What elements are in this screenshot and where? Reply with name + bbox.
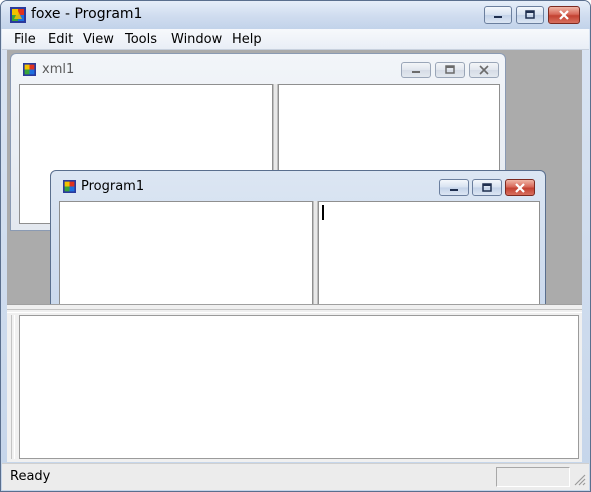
status-panel-indicator (496, 467, 570, 487)
minimize-button[interactable] (484, 6, 512, 24)
mdi-client-area: xml1 Program1 (7, 50, 582, 304)
close-icon (559, 10, 569, 20)
menu-help[interactable]: Help (232, 32, 262, 47)
close-icon (515, 182, 525, 193)
program1-child-window[interactable]: Program1 (50, 170, 546, 304)
output-panel (7, 304, 582, 462)
restore-button[interactable] (516, 6, 544, 24)
xml1-minimize-button[interactable] (401, 62, 431, 78)
xml1-restore-button[interactable] (435, 62, 465, 78)
menu-window[interactable]: Window (171, 32, 222, 47)
xml1-title: xml1 (42, 62, 75, 77)
program1-close-button[interactable] (505, 179, 535, 196)
restore-icon (482, 182, 492, 192)
close-button[interactable] (548, 6, 580, 24)
status-bar: Ready (2, 463, 589, 490)
minimize-icon (412, 71, 420, 73)
output-text-area[interactable] (19, 315, 579, 459)
menu-file[interactable]: File (14, 32, 36, 47)
program1-restore-button[interactable] (472, 179, 502, 196)
title-bar[interactable]: foxe - Program1 (1, 1, 590, 29)
status-text: Ready (10, 469, 51, 484)
menu-view[interactable]: View (83, 32, 114, 47)
program1-document-icon (63, 180, 76, 193)
panel-gripper[interactable] (7, 309, 582, 313)
menu-bar: File Edit View Tools Window Help (2, 29, 589, 50)
minimize-icon (450, 188, 458, 191)
program1-title: Program1 (81, 179, 145, 194)
foxe-app-icon (10, 7, 26, 23)
xml1-document-icon (23, 63, 36, 76)
program1-tree-pane[interactable] (59, 201, 313, 304)
menu-tools[interactable]: Tools (125, 32, 157, 47)
restore-icon (445, 65, 455, 74)
text-cursor (322, 205, 324, 220)
resize-grip-icon[interactable] (572, 472, 586, 486)
close-icon (479, 65, 489, 75)
panel-side-gripper[interactable] (11, 315, 15, 459)
minimize-icon (494, 16, 502, 18)
window-title: foxe - Program1 (31, 6, 143, 22)
menu-edit[interactable]: Edit (48, 32, 73, 47)
program1-minimize-button[interactable] (439, 179, 469, 196)
program1-editor-pane[interactable] (318, 201, 540, 304)
xml1-close-button[interactable] (469, 62, 499, 78)
restore-icon (525, 10, 535, 19)
